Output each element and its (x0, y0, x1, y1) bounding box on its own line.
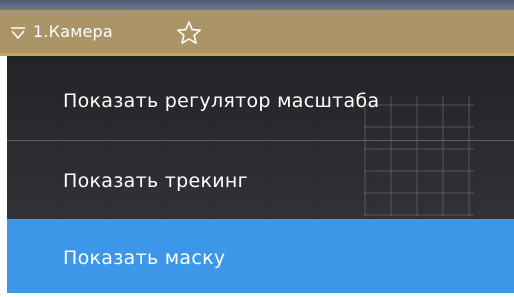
camera-window: 1.Камера Показать регулятор масштаба Пок… (0, 0, 514, 293)
chevron-down-icon[interactable] (9, 24, 27, 42)
star-outline-icon[interactable] (176, 20, 202, 46)
menu-item-show-zoom-control[interactable]: Показать регулятор масштаба (7, 56, 514, 141)
camera-title: 1.Камера (33, 22, 113, 41)
menu-item-show-tracking[interactable]: Показать трекинг (7, 141, 514, 219)
menu-item-show-mask[interactable]: Показать маску (7, 219, 514, 293)
camera-title-bar: 1.Камера (0, 10, 514, 56)
window-top-strip (0, 0, 514, 10)
camera-context-menu: Показать регулятор масштаба Показать тре… (7, 56, 514, 293)
